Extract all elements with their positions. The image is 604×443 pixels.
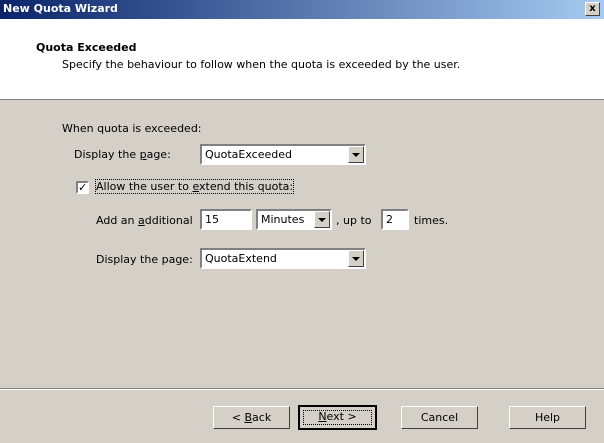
unit-select[interactable]: Minutes <box>256 209 332 230</box>
allow-extend-checkbox[interactable]: ✓ <box>76 181 89 194</box>
extend-page-select[interactable]: QuotaExtend <box>200 248 366 269</box>
extend-page-dropdown-button[interactable] <box>348 250 364 267</box>
times-input[interactable]: 2 <box>381 209 409 230</box>
allow-extend-label[interactable]: Allow the user to extend this quota: <box>94 179 295 194</box>
next-button[interactable]: Next > <box>298 405 377 430</box>
display-page-label: Display the page: <box>74 148 171 161</box>
extend-page-value: QuotaExtend <box>205 252 277 265</box>
page-title: Quota Exceeded <box>36 41 137 54</box>
times-label: times. <box>414 214 449 227</box>
display-page-dropdown-button[interactable] <box>348 146 364 163</box>
chevron-down-icon <box>318 218 326 222</box>
chevron-down-icon <box>352 153 360 157</box>
chevron-down-icon <box>352 257 360 261</box>
checkmark-icon: ✓ <box>78 181 88 194</box>
extend-page-label: Display the page: <box>96 253 193 266</box>
display-page-select[interactable]: QuotaExceeded <box>200 144 366 165</box>
display-page-value: QuotaExceeded <box>205 148 292 161</box>
close-button[interactable]: x <box>585 2 600 16</box>
quota-wizard-window: New Quota Wizard x Quota Exceeded Specif… <box>0 0 604 443</box>
title-bar[interactable]: New Quota Wizard x <box>0 0 604 19</box>
unit-value: Minutes <box>261 213 305 226</box>
unit-dropdown-button[interactable] <box>314 211 330 228</box>
wizard-header: Quota Exceeded Specify the behaviour to … <box>0 19 604 100</box>
close-icon: x <box>589 3 596 14</box>
help-button[interactable]: Help <box>509 406 586 429</box>
section-label: When quota is exceeded: <box>62 122 202 135</box>
additional-amount-input[interactable]: 15 <box>200 209 252 230</box>
page-subtitle: Specify the behaviour to follow when the… <box>62 58 461 71</box>
window-title: New Quota Wizard <box>3 2 118 15</box>
add-additional-label: Add an additional <box>96 214 193 227</box>
back-button[interactable]: < Back <box>213 406 290 429</box>
footer-divider-highlight <box>0 389 604 390</box>
cancel-button[interactable]: Cancel <box>401 406 478 429</box>
up-to-label: , up to <box>336 214 372 227</box>
